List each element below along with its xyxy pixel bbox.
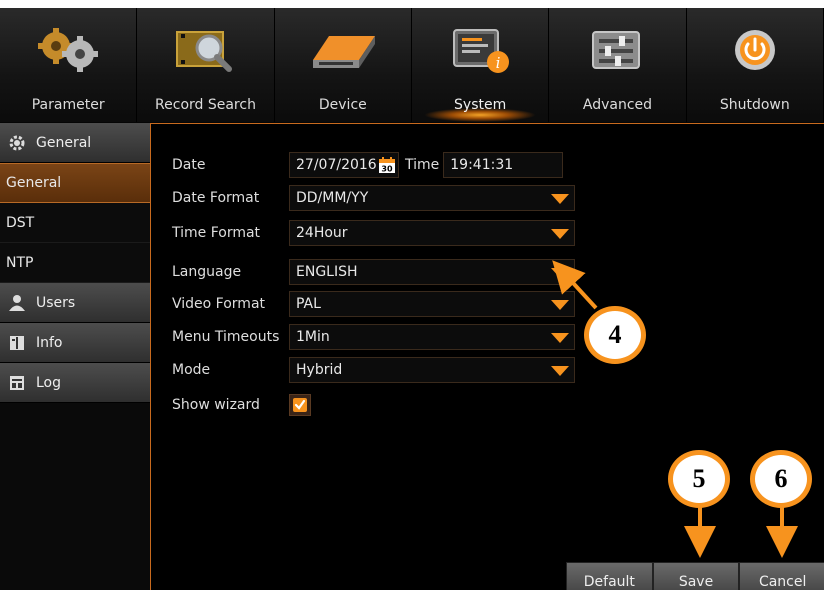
date-field[interactable]: 27/07/2016 30: [289, 152, 399, 178]
dropdown-value: ENGLISH: [296, 264, 358, 280]
time-format-dropdown[interactable]: 24Hour: [289, 220, 575, 246]
sidebar: General General DST NTP Users Info Log: [0, 123, 150, 590]
sidebar-item-ntp[interactable]: NTP: [0, 243, 150, 283]
tab-record-search[interactable]: Record Search: [137, 8, 275, 122]
callout-4: 4: [584, 306, 646, 364]
sidebar-section-label: Users: [36, 294, 76, 311]
dropdown-value: DD/MM/YY: [296, 190, 369, 206]
date-value: 27/07/2016: [296, 157, 377, 173]
save-button[interactable]: Save: [652, 562, 740, 590]
user-icon: [8, 294, 26, 312]
mode-dropdown[interactable]: Hybrid: [289, 357, 575, 383]
time-format-label: Time Format: [172, 225, 261, 241]
menu-timeouts-label: Menu Timeouts: [172, 329, 280, 345]
system-info-icon: i: [453, 29, 510, 73]
top-navigation: Parameter Record Search Device i System …: [0, 8, 824, 122]
date-row: Date 27/07/2016 30 Time 19:41:31: [172, 152, 564, 178]
gear-icon: [8, 134, 26, 152]
sidebar-section-label: Log: [36, 374, 62, 391]
dropdown-value: 24Hour: [296, 225, 348, 241]
dropdown-value: PAL: [296, 296, 321, 312]
tab-label: System: [454, 97, 507, 113]
language-label: Language: [172, 264, 242, 280]
calendar-day: 30: [381, 165, 393, 174]
sidebar-section-users[interactable]: Users: [0, 283, 150, 323]
info-icon: [8, 334, 26, 352]
time-field[interactable]: 19:41:31: [443, 152, 564, 178]
sidebar-item-general[interactable]: General: [0, 163, 150, 203]
sidebar-section-label: General: [36, 134, 92, 151]
mode-label: Mode: [172, 362, 211, 378]
sidebar-section-info[interactable]: Info: [0, 323, 150, 363]
dropdown-arrow-icon[interactable]: [551, 268, 569, 278]
dropdown-arrow-icon[interactable]: [551, 366, 569, 376]
show-wizard-row: Show wizard: [172, 392, 311, 418]
tab-label: Shutdown: [719, 97, 790, 113]
power-icon: [734, 30, 775, 70]
cancel-button[interactable]: Cancel: [739, 562, 824, 590]
mode-row: Mode Hybrid: [172, 357, 575, 383]
sidebar-section-general[interactable]: General: [0, 123, 150, 163]
tab-system[interactable]: i System: [412, 8, 550, 122]
callout-6: 6: [750, 450, 812, 508]
video-format-row: Video Format PAL: [172, 291, 575, 317]
sidebar-section-label: Info: [36, 334, 63, 351]
sliders-icon: [592, 31, 641, 69]
tab-label: Device: [318, 97, 367, 113]
svg-text:i: i: [496, 54, 501, 72]
button-bar: Default Save Cancel: [566, 562, 824, 590]
dropdown-arrow-icon[interactable]: [551, 333, 569, 343]
gears-icon: [38, 28, 99, 72]
checkmark-icon: [293, 398, 307, 412]
date-format-dropdown[interactable]: DD/MM/YY: [289, 185, 575, 211]
video-format-dropdown[interactable]: PAL: [289, 291, 575, 317]
tab-label: Advanced: [582, 97, 653, 113]
tab-label: Parameter: [31, 97, 105, 113]
date-format-label: Date Format: [172, 190, 260, 206]
sidebar-item-dst[interactable]: DST: [0, 203, 150, 243]
dropdown-arrow-icon[interactable]: [551, 300, 569, 310]
callout-5: 5: [668, 450, 730, 508]
calendar-icon[interactable]: 30: [378, 156, 396, 174]
sidebar-section-log[interactable]: Log: [0, 363, 150, 403]
date-format-row: Date Format DD/MM/YY: [172, 185, 575, 211]
hard-drive-icon: [312, 36, 375, 68]
dropdown-value: Hybrid: [296, 362, 343, 378]
tab-device[interactable]: Device: [275, 8, 412, 122]
time-format-row: Time Format 24Hour: [172, 220, 575, 246]
dropdown-arrow-icon[interactable]: [551, 229, 569, 239]
show-wizard-label: Show wizard: [172, 397, 260, 413]
default-button[interactable]: Default: [566, 562, 653, 590]
menu-timeouts-dropdown[interactable]: 1Min: [289, 324, 575, 350]
date-label: Date: [172, 157, 206, 173]
dropdown-value: 1Min: [296, 329, 330, 345]
time-label: Time: [405, 157, 440, 173]
dropdown-arrow-icon[interactable]: [551, 194, 569, 204]
tab-parameter[interactable]: Parameter: [0, 8, 138, 122]
film-magnifier-icon: [176, 31, 233, 72]
language-row: Language ENGLISH: [172, 259, 575, 285]
menu-timeouts-row: Menu Timeouts 1Min: [172, 324, 575, 350]
language-dropdown[interactable]: ENGLISH: [289, 259, 575, 285]
tab-shutdown[interactable]: Shutdown: [687, 8, 824, 122]
settings-panel: Date 27/07/2016 30 Time 19:41:31 Date Fo…: [150, 123, 824, 590]
show-wizard-checkbox[interactable]: [289, 394, 311, 416]
tab-advanced[interactable]: Advanced: [549, 8, 687, 122]
log-icon: [8, 374, 26, 392]
video-format-label: Video Format: [172, 296, 266, 312]
tab-label: Record Search: [155, 97, 256, 113]
